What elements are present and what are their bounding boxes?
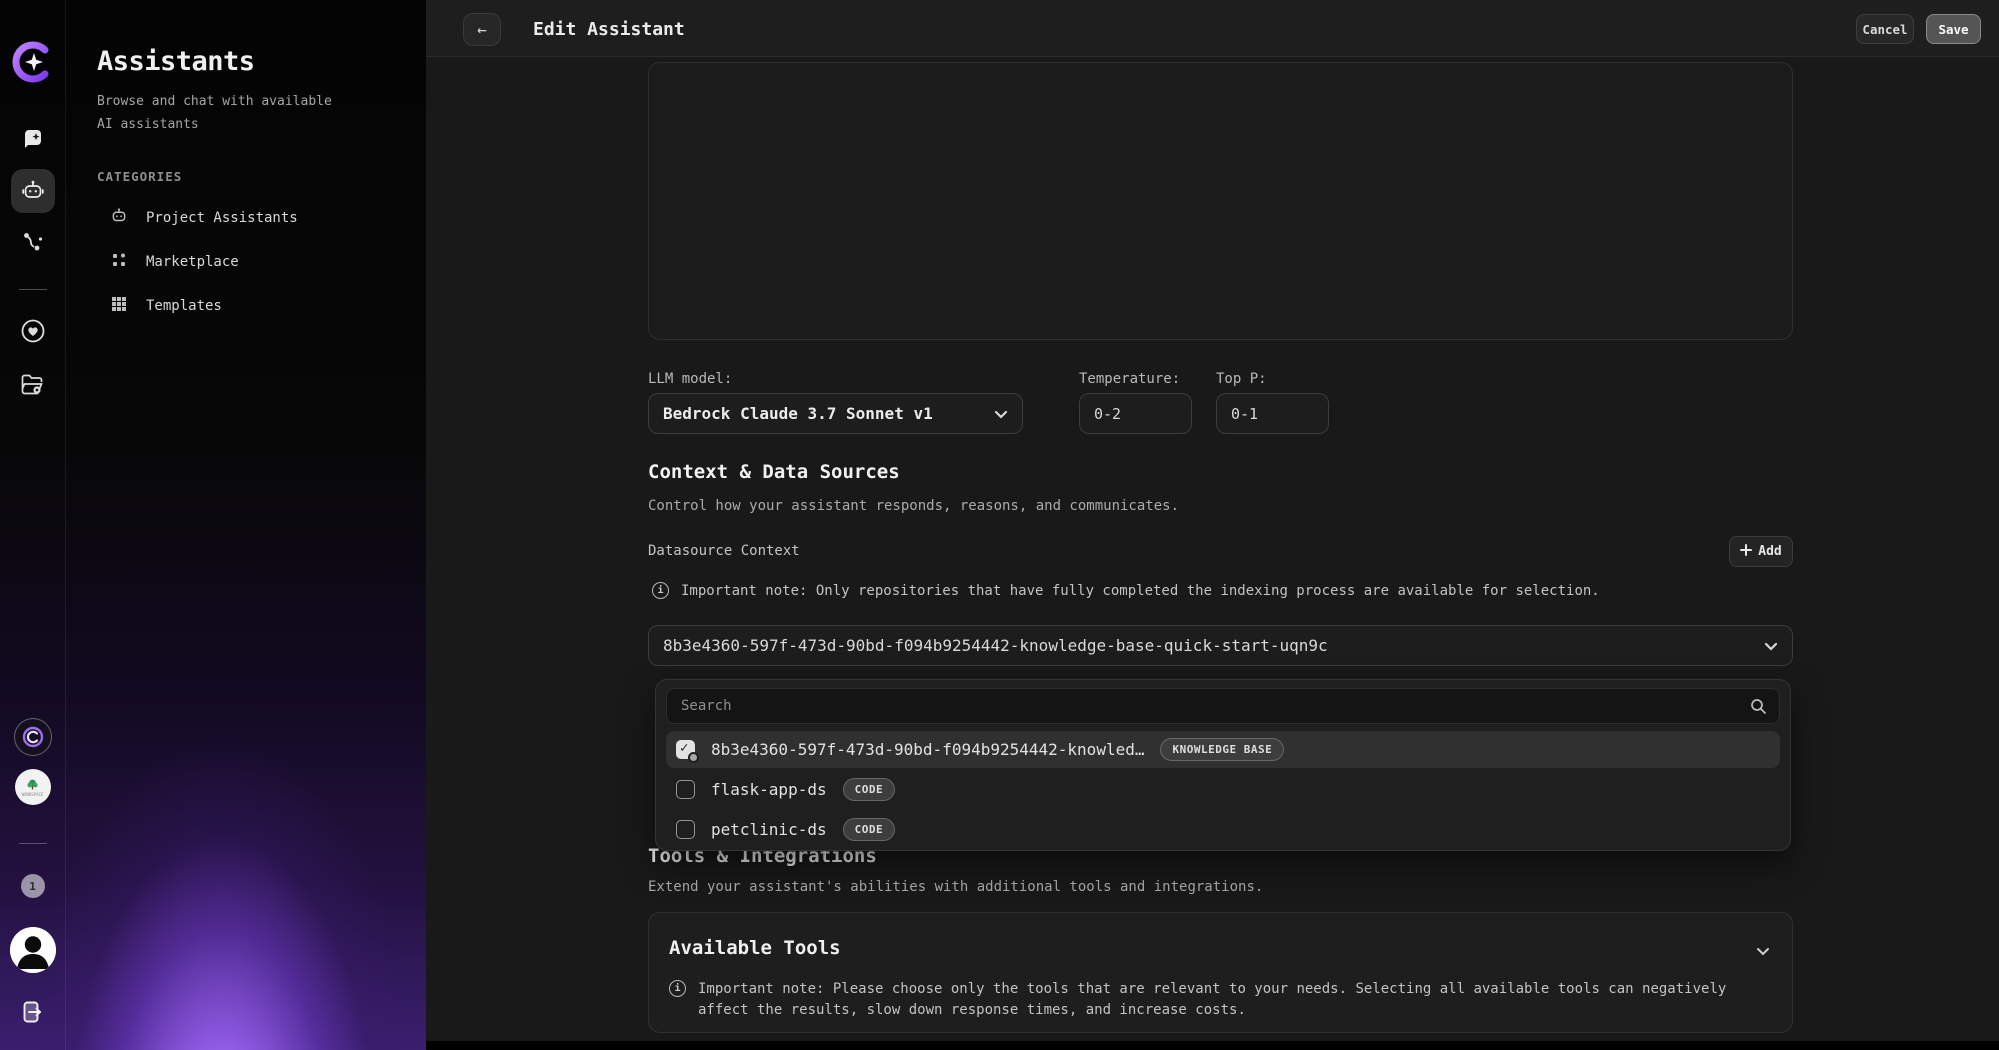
- plus-icon: [1740, 544, 1752, 560]
- app-logo: [12, 41, 54, 83]
- app-window: WORKSPACE 1 A: [0, 0, 1999, 1050]
- sidebar-item-marketplace[interactable]: Marketplace: [110, 251, 239, 273]
- datasource-context-label: Datasource Context: [648, 543, 800, 559]
- info-icon: i: [669, 980, 686, 997]
- main-area: ← Edit Assistant Cancel Save LLM model: …: [426, 0, 1999, 1050]
- top-p-label: Top P:: [1216, 371, 1267, 387]
- datasource-note: i Important note: Only repositories that…: [652, 581, 1600, 602]
- sidebar-item-label: Templates: [146, 298, 222, 314]
- workflow-route-icon[interactable]: [21, 230, 45, 254]
- top-bar: ← Edit Assistant Cancel Save: [426, 0, 1999, 57]
- info-icon: i: [652, 582, 669, 599]
- project-folder-icon[interactable]: [20, 372, 46, 398]
- chat-sparkle-icon[interactable]: [21, 128, 45, 152]
- logout-icon[interactable]: [20, 999, 46, 1025]
- llm-model-label: LLM model:: [648, 371, 732, 387]
- datasource-selected-value: 8b3e4360-597f-473d-90bd-f094b9254442-kno…: [663, 636, 1328, 655]
- datasource-option[interactable]: flask-app-ds CODE: [666, 771, 1780, 808]
- robot-icon: [110, 207, 128, 229]
- context-section-subtitle: Control how your assistant responds, rea…: [648, 498, 1179, 514]
- templates-grid-icon: [110, 295, 128, 317]
- llm-model-select[interactable]: Bedrock Claude 3.7 Sonnet v1: [648, 393, 1023, 434]
- collapse-chevron-icon[interactable]: [1756, 941, 1770, 960]
- nav-rail: WORKSPACE 1: [0, 0, 66, 1050]
- code-badge: CODE: [843, 778, 896, 801]
- sidebar-title: Assistants: [97, 46, 255, 77]
- back-button[interactable]: ←: [463, 13, 501, 46]
- available-tools-card: Available Tools i Important note: Please…: [648, 912, 1793, 1033]
- search-input[interactable]: Search: [666, 688, 1780, 724]
- sidebar-item-label: Project Assistants: [146, 210, 298, 226]
- top-p-input[interactable]: 0-1: [1216, 393, 1329, 434]
- search-icon: [1750, 698, 1767, 715]
- sidebar-item-project-assistants[interactable]: Project Assistants: [110, 207, 298, 229]
- chevron-down-icon: [1764, 636, 1778, 655]
- notification-badge: 1: [21, 874, 45, 898]
- chevron-down-icon: [994, 404, 1008, 423]
- datasource-option[interactable]: ✓ 8b3e4360-597f-473d-90bd-f094b9254442-k…: [666, 731, 1780, 768]
- llm-model-value: Bedrock Claude 3.7 Sonnet v1: [663, 404, 933, 423]
- rail-divider: [19, 289, 47, 290]
- tools-section-subtitle: Extend your assistant's abilities with a…: [648, 879, 1263, 895]
- checkbox-checked[interactable]: ✓: [676, 740, 695, 759]
- system-prompt-textarea[interactable]: [648, 62, 1793, 340]
- datasource-picker-popover: Search ✓ 8b3e4360-597f-473d-90bd-f094b92…: [655, 679, 1791, 851]
- marketplace-dots-icon: [110, 251, 128, 273]
- knowledge-base-badge: KNOWLEDGE BASE: [1160, 738, 1284, 761]
- code-badge: CODE: [843, 818, 896, 841]
- temperature-label: Temperature:: [1079, 371, 1180, 387]
- checkbox-unchecked[interactable]: [676, 780, 695, 799]
- workspace-logo[interactable]: WORKSPACE: [15, 769, 51, 805]
- save-button[interactable]: Save: [1926, 14, 1981, 44]
- sidebar-subtitle: Browse and chat with available AI assist…: [97, 90, 347, 136]
- cancel-button[interactable]: Cancel: [1856, 14, 1914, 44]
- add-datasource-button[interactable]: Add: [1729, 536, 1793, 567]
- rail-item-assistants[interactable]: [11, 169, 55, 213]
- sidebar-item-label: Marketplace: [146, 254, 239, 270]
- available-tools-note: i Important note: Please choose only the…: [669, 979, 1729, 1021]
- user-avatar[interactable]: [10, 927, 56, 973]
- page-title: Edit Assistant: [533, 19, 685, 40]
- sidebar-item-templates[interactable]: Templates: [110, 295, 222, 317]
- left-panel: WORKSPACE 1 A: [0, 0, 426, 1050]
- search-placeholder: Search: [681, 698, 732, 714]
- context-section-title: Context & Data Sources: [648, 461, 900, 483]
- checkbox-unchecked[interactable]: [676, 820, 695, 839]
- datasource-select[interactable]: 8b3e4360-597f-473d-90bd-f094b9254442-kno…: [648, 625, 1793, 666]
- available-tools-title: Available Tools: [669, 937, 841, 959]
- rail-divider-bottom: [19, 843, 47, 844]
- favorites-heart-icon[interactable]: [20, 319, 45, 344]
- org-logo[interactable]: [14, 718, 52, 756]
- sidebar-categories-label: CATEGORIES: [97, 169, 182, 184]
- window-bottom-edge: [426, 1041, 1999, 1050]
- datasource-option[interactable]: petclinic-ds CODE: [666, 811, 1780, 848]
- temperature-input[interactable]: 0-2: [1079, 393, 1192, 434]
- sidebar: Assistants Browse and chat with availabl…: [66, 0, 426, 1050]
